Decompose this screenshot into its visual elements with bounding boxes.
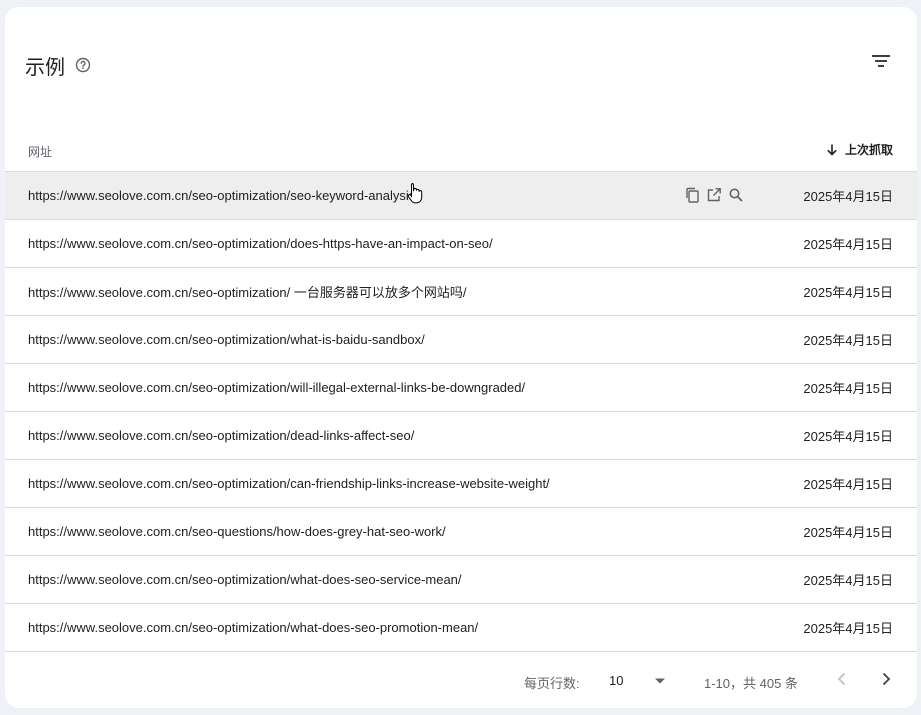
row-date: 2025年4月15日 — [803, 189, 893, 204]
chevron-right-icon[interactable] — [878, 671, 894, 687]
row-date: 2025年4月15日 — [803, 333, 893, 348]
table-row[interactable]: https://www.seolove.com.cn/seo-optimizat… — [5, 220, 917, 268]
rows-per-page-label: 每页行数: — [524, 676, 580, 691]
table-row[interactable]: https://www.seolove.com.cn/seo-optimizat… — [5, 556, 917, 604]
row-url[interactable]: https://www.seolove.com.cn/seo-optimizat… — [28, 572, 462, 587]
row-url[interactable]: https://www.seolove.com.cn/seo-questions… — [28, 524, 446, 539]
row-date: 2025年4月15日 — [803, 621, 893, 636]
chevron-left-icon[interactable] — [834, 671, 850, 687]
row-date: 2025年4月15日 — [803, 429, 893, 444]
row-date: 2025年4月15日 — [803, 477, 893, 492]
table-header: 网址 上次抓取 — [5, 125, 917, 172]
row-url[interactable]: https://www.seolove.com.cn/seo-optimizat… — [28, 236, 493, 251]
table-row[interactable]: https://www.seolove.com.cn/seo-optimizat… — [5, 268, 917, 316]
column-header-last-crawled-label: 上次抓取 — [844, 143, 893, 157]
filter-icon[interactable] — [871, 53, 891, 69]
table-row[interactable]: https://www.seolove.com.cn/seo-optimizat… — [5, 316, 917, 364]
row-date: 2025年4月15日 — [803, 525, 893, 540]
arrow-down-icon — [827, 144, 837, 156]
row-date: 2025年4月15日 — [803, 237, 893, 252]
row-url[interactable]: https://www.seolove.com.cn/seo-optimizat… — [28, 476, 550, 491]
table-row[interactable]: https://www.seolove.com.cn/seo-optimizat… — [5, 412, 917, 460]
hand-cursor-icon — [407, 183, 423, 204]
card-header: 示例 — [25, 51, 91, 79]
row-date: 2025年4月15日 — [803, 573, 893, 588]
column-header-last-crawled[interactable]: 上次抓取 — [825, 141, 893, 158]
dropdown-arrow-icon[interactable] — [654, 677, 666, 685]
row-date: 2025年4月15日 — [803, 381, 893, 396]
table-body: https://www.seolove.com.cn/seo-optimizat… — [5, 172, 917, 652]
pagination-footer: 每页行数: 10 1-10，共 405 条 — [5, 661, 917, 697]
pagination-range: 1-10，共 405 条 — [704, 676, 798, 691]
table-row[interactable]: https://www.seolove.com.cn/seo-optimizat… — [5, 364, 917, 412]
copy-icon[interactable] — [684, 187, 700, 203]
row-url[interactable]: https://www.seolove.com.cn/seo-optimizat… — [28, 282, 467, 301]
row-url[interactable]: https://www.seolove.com.cn/seo-optimizat… — [28, 620, 478, 635]
open-in-new-icon[interactable] — [706, 187, 722, 203]
card-title: 示例 — [25, 56, 65, 79]
table-row[interactable]: https://www.seolove.com.cn/seo-optimizat… — [5, 172, 917, 220]
table-row[interactable]: https://www.seolove.com.cn/seo-optimizat… — [5, 604, 917, 652]
examples-card: 示例 网址 上次抓取 https://www.seolove.com.cn/se… — [5, 7, 917, 708]
row-url[interactable]: https://www.seolove.com.cn/seo-optimizat… — [28, 332, 425, 347]
row-url[interactable]: https://www.seolove.com.cn/seo-optimizat… — [28, 380, 525, 395]
row-date: 2025年4月15日 — [803, 285, 893, 300]
table-row[interactable]: https://www.seolove.com.cn/seo-questions… — [5, 508, 917, 556]
table-row[interactable]: https://www.seolove.com.cn/seo-optimizat… — [5, 460, 917, 508]
rows-per-page-select[interactable]: 10 — [609, 673, 623, 688]
help-icon[interactable] — [75, 57, 91, 73]
column-header-url: 网址 — [28, 145, 53, 159]
row-url[interactable]: https://www.seolove.com.cn/seo-optimizat… — [28, 428, 414, 443]
row-actions — [684, 187, 744, 203]
row-url[interactable]: https://www.seolove.com.cn/seo-optimizat… — [28, 188, 419, 203]
search-icon[interactable] — [728, 187, 744, 203]
